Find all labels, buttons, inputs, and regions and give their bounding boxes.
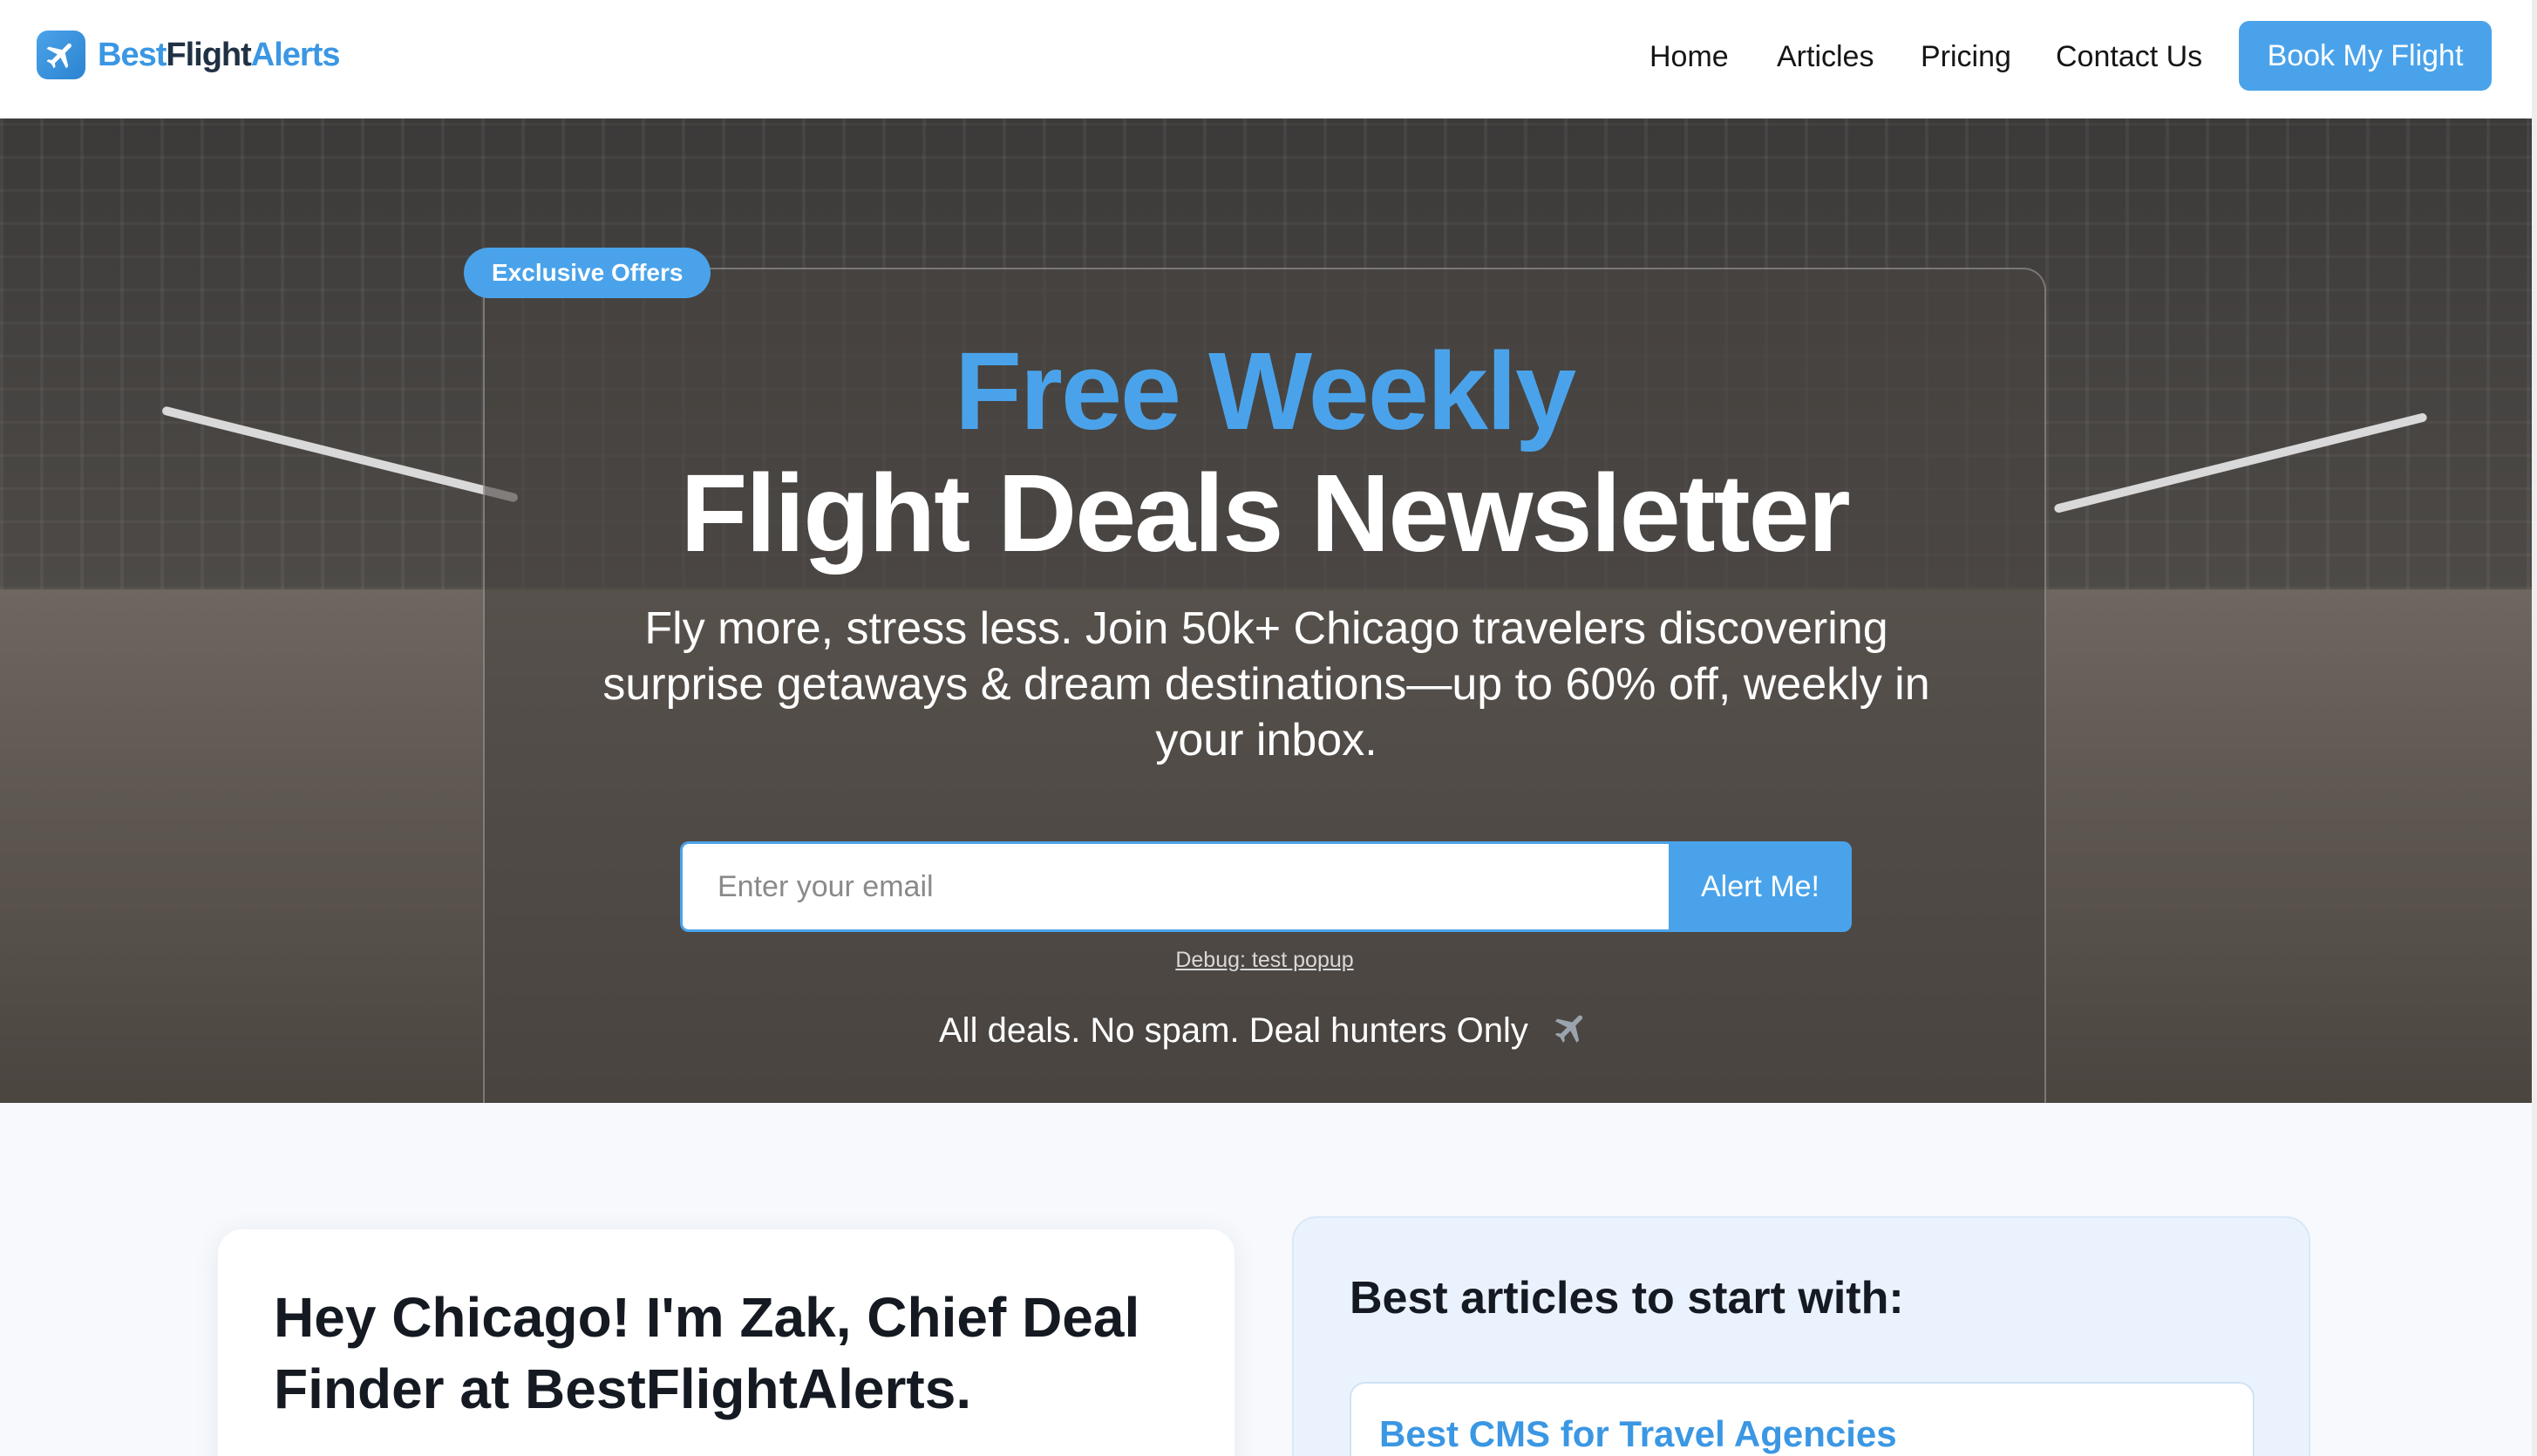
hero-title-line2: Flight Deals Newsletter xyxy=(680,452,1850,575)
content-section: Hey Chicago! I'm Zak, Chief Deal Finder … xyxy=(0,1103,2537,1456)
article-card[interactable]: Best CMS for Travel Agencies xyxy=(1350,1382,2255,1456)
brand-name-part3: Alerts xyxy=(250,36,341,73)
hero-tagline: All deals. No spam. Deal hunters Only xyxy=(485,1009,2044,1058)
debug-test-popup-link[interactable]: Debug: test popup xyxy=(485,948,2044,973)
book-my-flight-button[interactable]: Book My Flight xyxy=(2239,21,2492,91)
hero-tagline-text: All deals. No spam. Deal hunters Only xyxy=(939,1011,1528,1050)
nav-home-link[interactable]: Home xyxy=(1649,35,1729,78)
newsletter-card: Free Weekly Flight Deals Newsletter Fly … xyxy=(483,268,2046,1103)
site-header: BestFlightAlerts Home Articles Pricing C… xyxy=(0,0,2537,119)
article-title-link[interactable]: Best CMS for Travel Agencies xyxy=(1379,1413,1897,1455)
hero-section: Exclusive Offers Free Weekly Flight Deal… xyxy=(0,119,2537,1103)
hero-subtitle: Fly more, stress less. Join 50k+ Chicago… xyxy=(602,603,1930,765)
nav-contact-link[interactable]: Contact Us xyxy=(2056,35,2202,78)
page-scrollbar[interactable] xyxy=(2532,0,2537,1456)
airplane-icon xyxy=(1552,1009,1590,1058)
brand-name: BestFlightAlerts xyxy=(98,37,340,74)
hero-title-line1: Free Weekly xyxy=(954,330,1576,452)
brand-logo[interactable]: BestFlightAlerts xyxy=(37,30,340,80)
brand-name-part1: Best xyxy=(98,36,167,73)
nav-pricing-link[interactable]: Pricing xyxy=(1921,35,2011,78)
alert-me-button[interactable]: Alert Me! xyxy=(1669,841,1852,932)
nav-articles-link[interactable]: Articles xyxy=(1777,35,1874,78)
email-input[interactable] xyxy=(680,841,1669,932)
intro-heading: Hey Chicago! I'm Zak, Chief Deal Finder … xyxy=(274,1286,1140,1420)
best-articles-heading: Best articles to start with: xyxy=(1350,1273,1904,1323)
brand-name-part2: Flight xyxy=(166,36,251,73)
best-articles-card: Best articles to start with: Best CMS fo… xyxy=(1292,1216,2310,1456)
exclusive-offers-badge: Exclusive Offers xyxy=(464,248,711,298)
airplane-icon xyxy=(37,31,85,79)
intro-card: Hey Chicago! I'm Zak, Chief Deal Finder … xyxy=(218,1229,1234,1456)
